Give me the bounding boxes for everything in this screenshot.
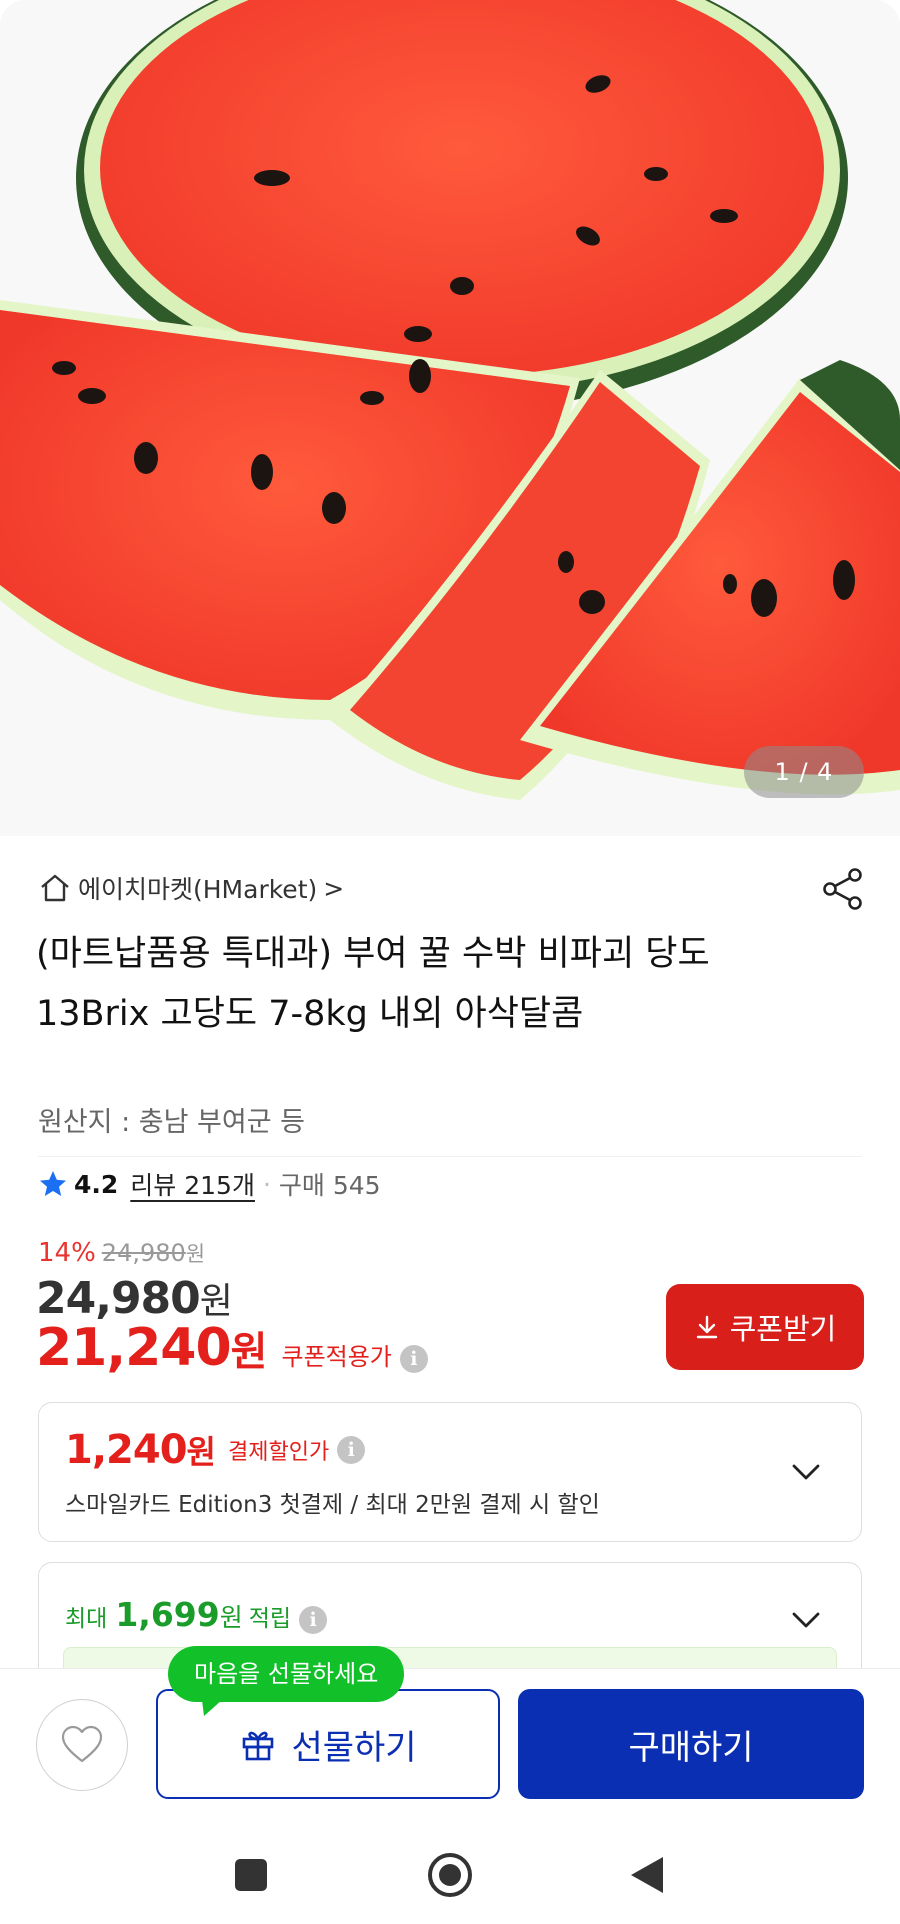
rating-row: 4.2 리뷰 215개 · 구매 545 xyxy=(38,1164,381,1204)
coupon-price-label: 쿠폰적용가 xyxy=(281,1343,392,1371)
rating-score: 4.2 xyxy=(74,1169,119,1199)
original-price: 24,980 xyxy=(101,1239,186,1267)
payment-discount-label: 결제할인가 xyxy=(227,1440,330,1465)
heart-icon xyxy=(61,1725,103,1763)
sale-price-unit: 원 xyxy=(199,1281,233,1322)
info-icon[interactable]: i xyxy=(299,1606,328,1634)
points-value: 1,699 xyxy=(115,1595,220,1634)
chevron-right-icon: > xyxy=(323,873,345,903)
coupon-price-value: 21,240 xyxy=(36,1318,232,1378)
gift-icon xyxy=(243,1731,274,1761)
home-icon xyxy=(41,874,69,902)
chevron-down-icon[interactable] xyxy=(789,1455,823,1489)
payment-discount-description: 스마일카드 Edition3 첫결제 / 최대 2만원 결제 시 할인 xyxy=(65,1492,600,1518)
original-price-unit: 원 xyxy=(185,1242,206,1266)
payment-discount-card[interactable]: 1,240 원 결제할인가 i 스마일카드 Edition3 첫결제 / 최대 … xyxy=(38,1402,862,1542)
image-counter: 1 / 4 xyxy=(744,746,864,798)
get-coupon-button[interactable]: 쿠폰받기 xyxy=(666,1284,864,1370)
points-prefix: 최대 xyxy=(65,1606,108,1632)
separator-dot: · xyxy=(262,1169,271,1199)
star-icon xyxy=(40,1171,66,1196)
get-coupon-label: 쿠폰받기 xyxy=(729,1314,837,1346)
divider xyxy=(38,1156,862,1157)
product-image-gallery[interactable]: 1 / 4 xyxy=(0,0,900,836)
system-navigation-bar xyxy=(0,1824,900,1924)
nav-recents-icon xyxy=(235,1859,267,1891)
points-amount: 최대 1,699 원 적립 i xyxy=(65,1595,328,1634)
sale-price-value: 24,980 xyxy=(36,1273,201,1324)
coupon-price: 21,240 원 쿠폰적용가 i xyxy=(36,1318,428,1378)
nav-recents-button[interactable] xyxy=(224,1848,278,1902)
info-icon[interactable]: i xyxy=(337,1436,366,1464)
nav-back-button[interactable] xyxy=(620,1848,674,1902)
sale-price: 24,980원 xyxy=(36,1272,233,1324)
store-name: 에이치마켓(HMarket) xyxy=(78,875,318,904)
share-icon[interactable] xyxy=(820,866,866,912)
gift-button-label: 선물하기 xyxy=(291,1727,417,1768)
discount-row: 14% 24,980원 xyxy=(38,1238,205,1268)
nav-home-button[interactable] xyxy=(423,1848,477,1902)
review-count-link[interactable]: 리뷰 215개 xyxy=(130,1166,255,1202)
product-image xyxy=(0,0,900,836)
nav-back-icon xyxy=(631,1857,663,1893)
product-origin: 원산지 : 충남 부여군 등 xyxy=(38,1107,305,1138)
payment-discount-value: 1,240 xyxy=(65,1427,188,1473)
coupon-price-unit: 원 xyxy=(230,1329,268,1375)
nav-home-icon xyxy=(428,1853,472,1897)
points-unit: 원 xyxy=(219,1603,243,1632)
bottom-action-bar: 선물하기 구매하기 xyxy=(0,1668,900,1824)
gift-tooltip: 마음을 선물하세요 xyxy=(168,1646,405,1716)
discount-rate: 14% xyxy=(38,1238,96,1268)
purchase-count: 구매 545 xyxy=(278,1171,381,1200)
product-title: (마트납품용 특대과) 부여 꿀 수박 비파괴 당도 13Brix 고당도 7-… xyxy=(36,934,710,1034)
wishlist-button[interactable] xyxy=(36,1699,128,1791)
points-label: 적립 xyxy=(248,1606,292,1632)
chevron-down-icon[interactable] xyxy=(789,1603,823,1637)
buy-button[interactable]: 구매하기 xyxy=(518,1689,864,1799)
store-link[interactable]: 에이치마켓(HMarket) > xyxy=(38,868,344,908)
payment-discount-amount: 1,240 원 결제할인가 i xyxy=(65,1427,366,1473)
info-icon[interactable]: i xyxy=(399,1345,428,1373)
payment-discount-unit: 원 xyxy=(186,1433,216,1471)
download-icon xyxy=(696,1315,717,1339)
